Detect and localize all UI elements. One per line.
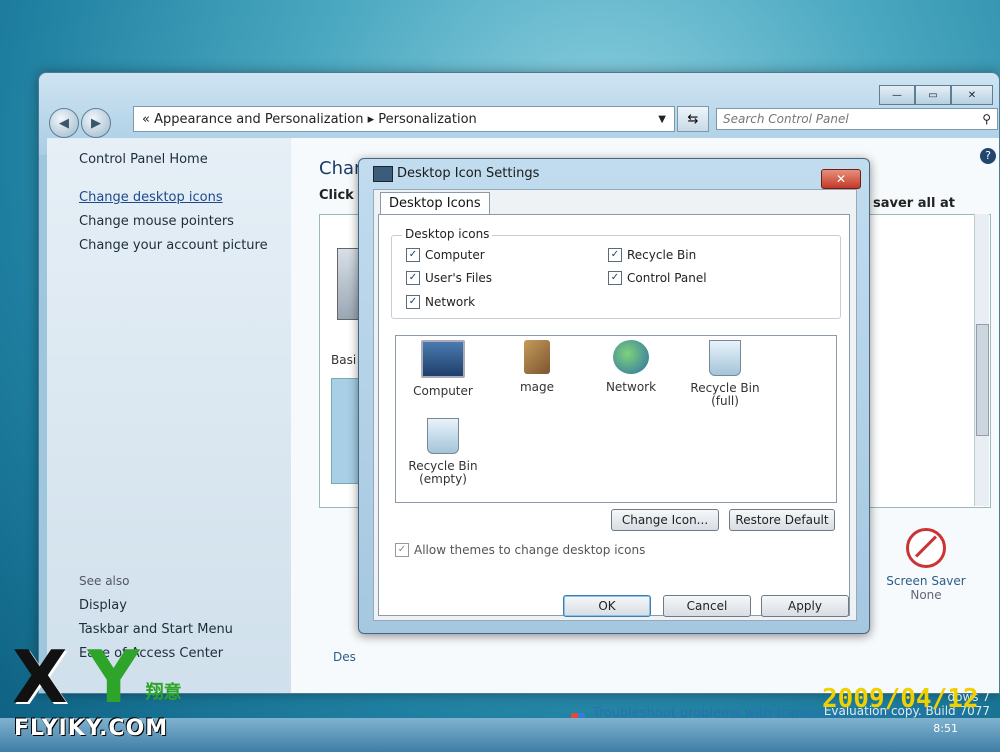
- checkbox-label: Computer: [425, 248, 485, 262]
- icon-preview-list: Computer mage Network Recycle Bin (full)…: [395, 335, 837, 503]
- dialog-title: Desktop Icon Settings: [397, 166, 540, 181]
- checkbox-recycle-bin[interactable]: ✓ Recycle Bin: [608, 248, 696, 262]
- apply-button[interactable]: Apply: [761, 595, 849, 617]
- dialog-close-button[interactable]: ✕: [821, 169, 861, 189]
- computer-icon: [421, 340, 465, 378]
- search-input[interactable]: Search Control Panel ⚲: [716, 108, 998, 130]
- checkbox-box[interactable]: ✓: [395, 543, 409, 557]
- change-mouse-pointers-link[interactable]: Change mouse pointers: [79, 214, 234, 229]
- breadcrumb[interactable]: « Appearance and Personalization ▸ Perso…: [142, 112, 477, 127]
- checkbox-users-files[interactable]: ✓ User's Files: [406, 271, 492, 285]
- forward-button[interactable]: ▶: [81, 108, 111, 138]
- network-icon: [613, 340, 649, 374]
- icon-item-recycle-bin-full[interactable]: Recycle Bin (full): [684, 340, 766, 408]
- allow-themes-checkbox[interactable]: ✓ Allow themes to change desktop icons: [395, 543, 645, 557]
- user-files-icon: [524, 340, 550, 374]
- checkbox-label: Control Panel: [627, 271, 707, 285]
- screen-saver-value: None: [910, 588, 942, 602]
- minimize-button[interactable]: —: [879, 85, 915, 105]
- checkbox-label: Network: [425, 295, 476, 309]
- icon-item-user-files[interactable]: mage: [496, 340, 578, 394]
- recycle-bin-empty-icon: [427, 418, 459, 454]
- checkbox-label: Recycle Bin: [627, 248, 697, 262]
- left-pane: Control Panel Home Change desktop icons …: [47, 138, 291, 693]
- help-icon[interactable]: ?: [980, 148, 996, 164]
- address-bar[interactable]: « Appearance and Personalization ▸ Perso…: [133, 106, 675, 132]
- chevron-down-icon[interactable]: ▼: [658, 114, 666, 125]
- change-desktop-icons-link[interactable]: Change desktop icons: [79, 190, 223, 205]
- cancel-button[interactable]: Cancel: [663, 595, 751, 617]
- themes-scrollbar[interactable]: [974, 214, 989, 506]
- taskbar-clock[interactable]: 8:51: [933, 722, 958, 735]
- control-panel-home-link[interactable]: Control Panel Home: [79, 152, 208, 167]
- refresh-button[interactable]: ⇆: [677, 106, 709, 132]
- tab-panel: Desktop icons ✓ Computer ✓ User's Files ✓ N…: [378, 214, 850, 616]
- checkbox-box[interactable]: ✓: [406, 295, 420, 309]
- search-icon[interactable]: ⚲: [982, 112, 991, 126]
- checkbox-label: User's Files: [425, 271, 493, 285]
- screen-saver-item[interactable]: Screen Saver None: [881, 528, 971, 602]
- recycle-bin-full-icon: [709, 340, 741, 376]
- checkbox-box[interactable]: ✓: [406, 271, 420, 285]
- dialog-body: Desktop Icons Desktop icons ✓ Computer ✓ U…: [373, 189, 857, 621]
- watermark-logo: X Y 翔意: [12, 635, 182, 719]
- group-label: Desktop icons: [402, 227, 493, 241]
- link-text[interactable]: Change desktop icons: [79, 190, 223, 205]
- scroll-thumb[interactable]: [976, 324, 989, 436]
- maximize-button[interactable]: ▭: [915, 85, 951, 105]
- watermark-url: FLYIKY.COM: [14, 716, 169, 741]
- desktop-background-label[interactable]: Des: [333, 650, 356, 664]
- close-button[interactable]: ✕: [951, 85, 993, 105]
- dialog-icon: [373, 166, 393, 182]
- screen-saver-none-icon: [906, 528, 946, 568]
- desktop-icon-settings-dialog: Desktop Icon Settings ✕ Desktop Icons De…: [358, 158, 870, 634]
- watermark-chinese: 翔意: [145, 682, 182, 703]
- checkbox-network[interactable]: ✓ Network: [406, 295, 475, 309]
- icon-label: Recycle Bin (full): [690, 381, 760, 408]
- icon-item-recycle-bin-empty[interactable]: Recycle Bin (empty): [402, 418, 484, 486]
- watermark-x: X: [12, 635, 68, 719]
- see-also-display-link[interactable]: Display: [79, 598, 127, 613]
- tab-desktop-icons[interactable]: Desktop Icons: [380, 192, 490, 214]
- icon-label: Network: [605, 380, 657, 394]
- checkbox-control-panel[interactable]: ✓ Control Panel: [608, 271, 707, 285]
- back-button[interactable]: ◀: [49, 108, 79, 138]
- watermark-y: Y: [87, 635, 140, 719]
- icon-item-network[interactable]: Network: [590, 340, 672, 394]
- restore-default-button[interactable]: Restore Default: [729, 509, 835, 531]
- icon-label: mage: [519, 380, 555, 394]
- date-stamp: 2009/04/12: [822, 684, 979, 714]
- icon-item-computer[interactable]: Computer: [402, 340, 484, 398]
- desktop-icons-group: Desktop icons ✓ Computer ✓ User's Files ✓ N…: [391, 227, 841, 319]
- change-icon-button[interactable]: Change Icon...: [611, 509, 719, 531]
- nav-buttons: ◀ ▶: [49, 108, 113, 138]
- checkbox-label: Allow themes to change desktop icons: [414, 543, 646, 557]
- checkbox-box[interactable]: ✓: [608, 248, 622, 262]
- screen-saver-label: Screen Saver: [886, 574, 966, 588]
- basic-themes-label: Basi: [331, 353, 357, 367]
- change-account-picture-link[interactable]: Change your account picture: [79, 238, 268, 253]
- window-controls: — ▭ ✕: [879, 85, 993, 105]
- search-placeholder: Search Control Panel: [723, 112, 849, 126]
- checkbox-box[interactable]: ✓: [608, 271, 622, 285]
- checkbox-computer[interactable]: ✓ Computer: [406, 248, 485, 262]
- see-also-heading: See also: [79, 574, 130, 588]
- icon-label: Recycle Bin (empty): [408, 459, 478, 486]
- ok-button[interactable]: OK: [563, 595, 651, 617]
- icon-label: Computer: [413, 384, 473, 398]
- checkbox-box[interactable]: ✓: [406, 248, 420, 262]
